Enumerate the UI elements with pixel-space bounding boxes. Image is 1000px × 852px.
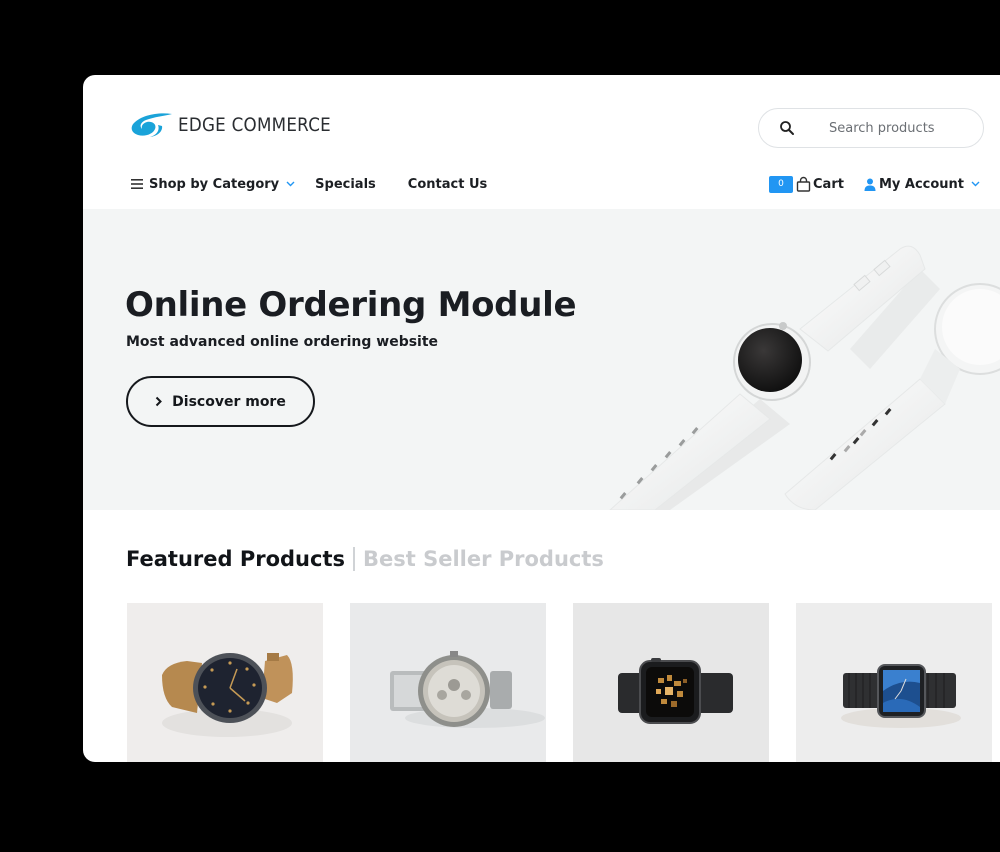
menu-icon — [131, 179, 143, 189]
user-icon — [864, 178, 876, 191]
user-nav: 0 Cart My Account — [769, 174, 983, 194]
search-icon — [780, 121, 794, 135]
product-image-analog-watch — [127, 603, 323, 762]
account-label: My Account — [878, 176, 965, 192]
main-nav: Shop by Category Specials Contact Us — [131, 175, 487, 193]
browser-page: EDGE COMMERCE Shop by Category Speci — [83, 75, 1000, 762]
hero-banner: Online Ordering Module Most advanced onl… — [83, 209, 1000, 510]
product-image-smartwatch-black — [573, 603, 769, 762]
product-card[interactable] — [350, 603, 546, 762]
product-tabs: Featured Products Best Seller Products — [126, 547, 604, 571]
cart-label: Cart — [813, 176, 844, 192]
nav-label: Contact Us — [407, 176, 488, 192]
chevron-down-icon — [286, 181, 295, 187]
shopping-bag-icon — [796, 176, 811, 192]
hero-smartwatch-image — [609, 245, 1000, 510]
nav-label: Shop by Category — [149, 176, 280, 192]
chevron-right-icon — [155, 396, 163, 407]
product-image-silver-watch — [350, 603, 546, 762]
logo-swirl-icon — [131, 113, 172, 137]
discover-more-label: Discover more — [172, 393, 286, 410]
nav-contact-us[interactable]: Contact Us — [408, 177, 487, 192]
product-card[interactable] — [127, 603, 323, 762]
logo[interactable]: EDGE COMMERCE — [128, 111, 352, 139]
product-grid — [127, 603, 992, 762]
brand-name: EDGE COMMERCE — [178, 114, 331, 136]
nav-specials[interactable]: Specials — [315, 177, 376, 192]
product-image-smartwatch-bracelet — [796, 603, 992, 762]
nav-shop-by-category[interactable]: Shop by Category — [131, 177, 295, 192]
hero-subtitle: Most advanced online ordering website — [126, 334, 439, 350]
tab-best-seller-products[interactable]: Best Seller Products — [363, 547, 604, 571]
cart-link[interactable]: Cart — [796, 176, 844, 192]
search-box[interactable] — [758, 108, 984, 148]
nav-label: Specials — [315, 176, 376, 192]
product-card[interactable] — [573, 603, 769, 762]
search-input[interactable] — [829, 120, 979, 136]
hero-title: Online Ordering Module — [125, 285, 577, 325]
cart-count-badge: 0 — [769, 175, 793, 193]
discover-more-button[interactable]: Discover more — [126, 376, 315, 427]
chevron-down-icon — [971, 181, 983, 187]
my-account-link[interactable]: My Account — [864, 177, 983, 192]
product-card[interactable] — [796, 603, 992, 762]
tab-divider — [352, 547, 355, 571]
tab-featured-products[interactable]: Featured Products — [126, 547, 345, 571]
